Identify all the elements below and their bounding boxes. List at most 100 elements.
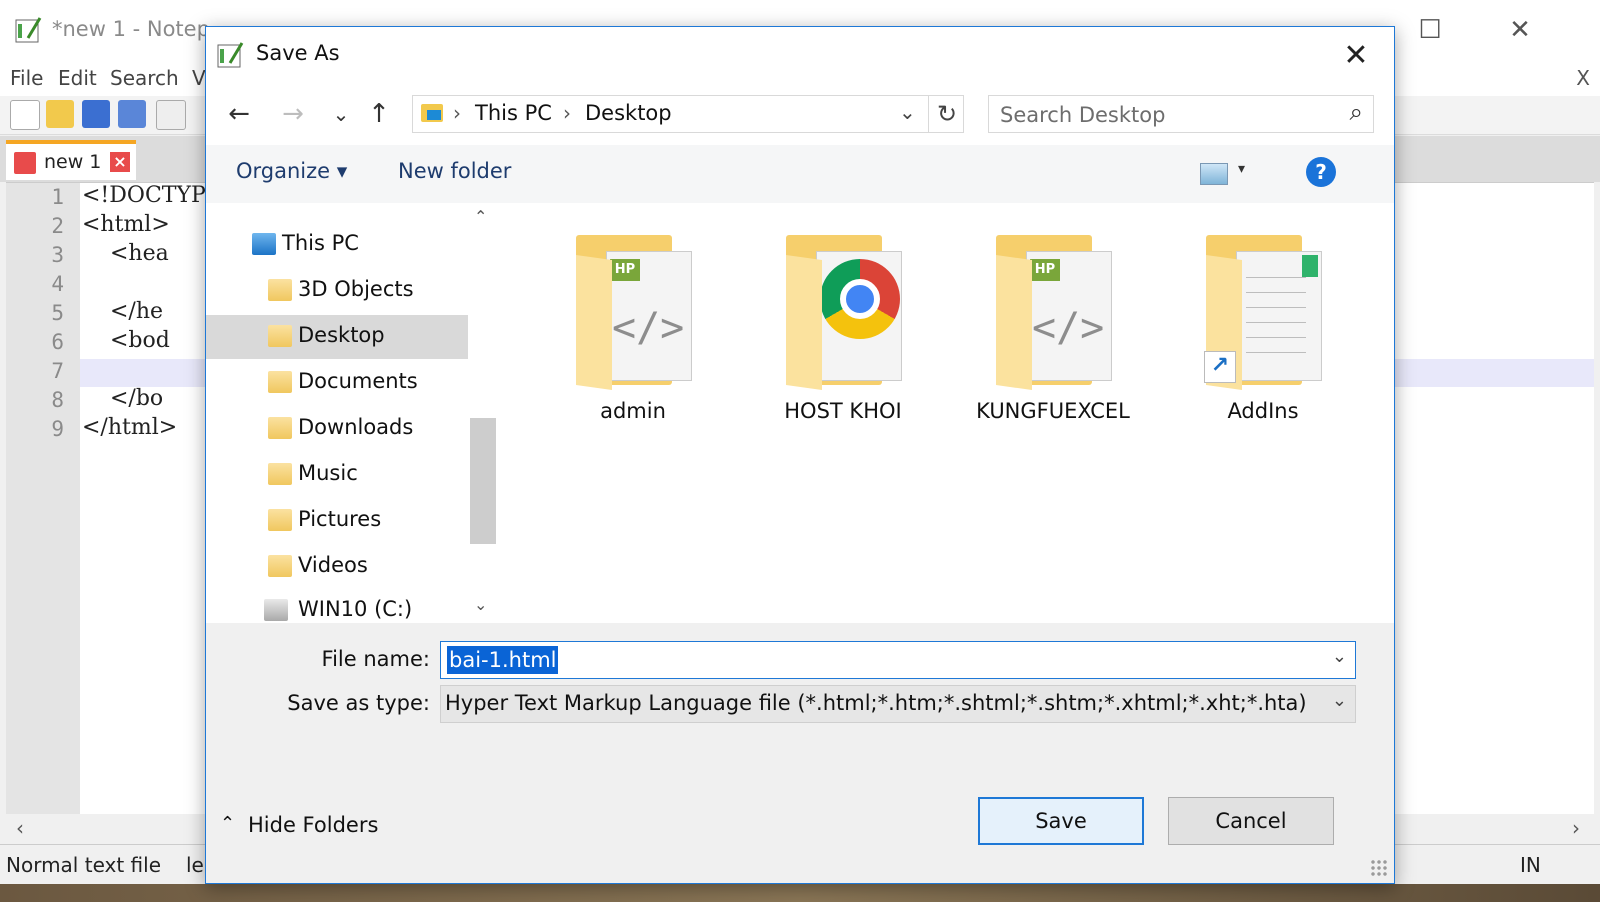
save-all-icon[interactable]	[118, 100, 146, 128]
line-number: 4	[51, 272, 64, 296]
dialog-title: Save As	[256, 41, 340, 65]
file-name-combobox[interactable]: bai-1.html ⌄	[440, 641, 1356, 680]
save-button[interactable]: Save	[978, 797, 1144, 845]
file-name-dropdown-chevron-icon[interactable]: ⌄	[1332, 646, 1347, 667]
menu-close-icon[interactable]: X	[1576, 66, 1590, 90]
breadcrumb-desktop[interactable]: Desktop	[585, 101, 672, 125]
nav-item-music[interactable]: Music	[206, 453, 468, 497]
save-as-type-select[interactable]: Hyper Text Markup Language file (*.html;…	[440, 685, 1356, 723]
forward-arrow-icon[interactable]: →	[276, 97, 310, 131]
chevron-up-icon: ⌃	[220, 813, 236, 834]
nav-item-desktop[interactable]: Desktop	[206, 315, 468, 359]
refresh-icon[interactable]: ↻	[928, 95, 965, 133]
breadcrumb-separator-icon[interactable]: ›	[563, 101, 571, 125]
save-as-type-dropdown-chevron-icon[interactable]: ⌄	[1332, 690, 1347, 711]
nav-item-label: Pictures	[298, 507, 382, 531]
line-number: 8	[51, 388, 64, 412]
breadcrumb-separator-icon[interactable]: ›	[453, 101, 461, 125]
breadcrumb-this-pc[interactable]: This PC	[475, 101, 552, 125]
menu-file[interactable]: File	[10, 66, 43, 90]
nav-item-label: This PC	[282, 231, 359, 255]
menu-search[interactable]: Search	[110, 66, 179, 90]
code-line: </he	[82, 299, 164, 324]
save-as-type-label: Save as type:	[287, 691, 430, 715]
save-as-dialog: Save As ✕ ← → ⌄ ↑ › This PC › Desktop ⌄ …	[205, 26, 1395, 884]
line-number: 7	[51, 359, 64, 383]
view-dropdown-icon[interactable]: ▾	[1238, 161, 1245, 177]
open-folder-icon[interactable]	[46, 100, 74, 128]
search-icon[interactable]: ⌕	[1350, 98, 1363, 126]
new-folder-button[interactable]: New folder	[398, 159, 511, 183]
nav-item-label: WIN10 (C:)	[298, 597, 413, 621]
code-line: <html>	[82, 212, 170, 237]
scroll-right-icon[interactable]: ›	[1572, 816, 1580, 840]
address-box[interactable]: › This PC › Desktop ⌄	[412, 95, 964, 133]
nav-item-downloads[interactable]: Downloads	[206, 407, 468, 451]
line-number: 1	[51, 185, 64, 209]
nav-pane-scrollbar[interactable]: ⌃ ⌄	[468, 203, 498, 623]
file-name-selected-text: bai-1.html	[447, 646, 559, 674]
nav-item-videos[interactable]: Videos	[206, 545, 468, 589]
tab-new-1[interactable]: new 1 ×	[6, 140, 136, 180]
line-number: 3	[51, 243, 64, 267]
recent-locations-chevron-icon[interactable]: ⌄	[324, 97, 358, 131]
address-dropdown-chevron-icon[interactable]: ⌄	[899, 100, 916, 124]
folder-php-icon: HP </>	[576, 235, 696, 391]
nav-item-pictures[interactable]: Pictures	[206, 499, 468, 543]
nav-item-label: Music	[298, 461, 358, 485]
file-item-admin[interactable]: HP </> admin	[538, 223, 728, 443]
hide-folders-button[interactable]: ⌃ Hide Folders	[220, 811, 400, 845]
menu-edit[interactable]: Edit	[58, 66, 97, 90]
file-name-input[interactable]	[441, 642, 1321, 680]
file-item-kungfuexcel[interactable]: HP </> KUNGFUEXCEL	[958, 223, 1148, 443]
folder-downloads-icon	[268, 417, 292, 439]
status-insert-mode: IN	[1520, 853, 1541, 877]
code-line: </bo	[82, 386, 164, 411]
back-arrow-icon[interactable]: ←	[222, 97, 256, 131]
scroll-down-icon[interactable]: ⌄	[474, 595, 487, 614]
new-file-icon[interactable]	[10, 100, 40, 130]
file-item-label: admin	[600, 399, 666, 423]
line-number: 5	[51, 301, 64, 325]
maximize-icon[interactable]: ☐	[1410, 10, 1450, 50]
scrollbar-thumb[interactable]	[470, 418, 496, 544]
organize-button[interactable]: Organize ▾	[236, 159, 347, 183]
status-file-type: Normal text file	[6, 853, 162, 877]
nav-item-label: Documents	[298, 369, 418, 393]
menu-view[interactable]: V	[192, 66, 206, 90]
file-item-label: HOST KHOI	[784, 399, 902, 423]
file-list-area: HP </> admin HOST KHOI HP </> KUNGFUEXCE…	[498, 203, 1394, 623]
tab-close-icon[interactable]: ×	[110, 152, 130, 172]
desktop-background	[0, 884, 1600, 902]
search-box[interactable]: ⌕	[988, 95, 1374, 133]
save-icon[interactable]	[82, 100, 110, 128]
file-item-label: AddIns	[1227, 399, 1299, 423]
code-line: <bod	[82, 328, 170, 353]
window-close-icon[interactable]: ✕	[1500, 10, 1540, 50]
help-icon[interactable]: ?	[1306, 157, 1336, 187]
file-item-addins[interactable]: ↗ AddIns	[1168, 223, 1358, 443]
close-file-icon[interactable]	[156, 100, 186, 130]
code-line: </html>	[82, 415, 178, 440]
nav-item-this-pc[interactable]: This PC	[206, 223, 468, 267]
command-bar: Organize ▾ New folder ▾	[206, 145, 1394, 203]
notepad-app-icon	[216, 39, 246, 69]
search-input[interactable]	[990, 97, 1342, 133]
change-view-button[interactable]: ▾	[1200, 159, 1250, 189]
address-bar-row: ← → ⌄ ↑ › This PC › Desktop ⌄ ↻ ⌕	[206, 87, 1394, 143]
scroll-left-icon[interactable]: ‹	[16, 816, 24, 840]
up-arrow-icon[interactable]: ↑	[362, 97, 396, 131]
folder-pictures-icon	[268, 509, 292, 531]
nav-item-label: 3D Objects	[298, 277, 414, 301]
file-item-host-khoi[interactable]: HOST KHOI	[748, 223, 938, 443]
cancel-button[interactable]: Cancel	[1168, 797, 1334, 845]
nav-item-3d-objects[interactable]: 3D Objects	[206, 269, 468, 313]
tab-label: new 1	[44, 151, 102, 173]
nav-item-documents[interactable]: Documents	[206, 361, 468, 405]
notepad-app-icon	[14, 14, 44, 44]
folder-videos-icon	[268, 555, 292, 577]
line-number: 9	[51, 417, 64, 441]
scroll-up-icon[interactable]: ⌃	[474, 207, 487, 226]
dialog-close-icon[interactable]: ✕	[1336, 35, 1376, 75]
resize-grip-icon[interactable]	[1370, 859, 1388, 877]
